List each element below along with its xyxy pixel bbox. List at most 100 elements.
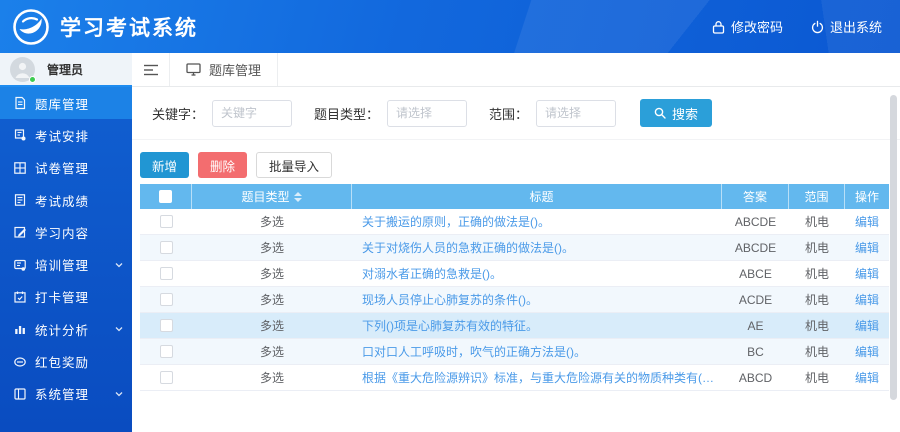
sidebar-item-training-management[interactable]: 培训管理 — [0, 248, 132, 280]
sort-arrows-icon[interactable] — [294, 192, 302, 202]
row-checkbox[interactable] — [160, 371, 173, 384]
table-row: 多选 下列()项是心肺复苏有效的特征。 AE 机电 编辑 — [140, 313, 889, 339]
list-user-icon — [13, 258, 27, 272]
change-password-button[interactable]: 修改密码 — [712, 17, 783, 36]
bar-chart-icon — [13, 322, 27, 336]
sidebar: 管理员 题库管理 考试安排 试卷管理 — [0, 53, 132, 432]
keyword-input[interactable] — [212, 100, 292, 127]
question-title-link[interactable]: 对溺水者正确的急救是()。 — [362, 265, 502, 282]
table-row: 多选 现场人员停止心肺复苏的条件()。 ACDE 机电 编辑 — [140, 287, 889, 313]
header-title-label: 标题 — [529, 188, 553, 205]
header-question-type[interactable]: 题目类型 — [192, 184, 352, 209]
search-button[interactable]: 搜索 — [640, 99, 712, 127]
file-text-icon — [13, 96, 27, 110]
header-operation-label: 操作 — [855, 188, 879, 205]
cell-answer: ABCE — [722, 267, 789, 281]
cell-scope: 机电 — [789, 213, 845, 230]
cell-answer: BC — [722, 345, 789, 359]
keyword-label: 关键字： — [152, 104, 204, 123]
edit-link[interactable]: 编辑 — [855, 265, 879, 282]
question-type-select[interactable] — [387, 100, 467, 127]
edit-link[interactable]: 编辑 — [855, 343, 879, 360]
sidebar-item-learning-content[interactable]: 学习内容 — [0, 216, 132, 248]
row-checkbox[interactable] — [160, 241, 173, 254]
cell-question-type: 多选 — [192, 317, 352, 334]
sidebar-item-label: 系统管理 — [35, 384, 106, 403]
search-button-label: 搜索 — [672, 104, 698, 123]
question-title-link[interactable]: 口对口人工呼吸时，吹气的正确方法是()。 — [362, 343, 586, 360]
collapse-menu-icon — [143, 64, 159, 76]
calendar-check-icon — [13, 290, 27, 304]
edit-link[interactable]: 编辑 — [855, 291, 879, 308]
header-select-all-cell — [140, 184, 192, 209]
scope-select[interactable] — [536, 100, 616, 127]
sidebar-item-label: 打卡管理 — [35, 287, 124, 306]
row-checkbox[interactable] — [160, 345, 173, 358]
tab-label: 题库管理 — [209, 60, 261, 79]
cell-scope: 机电 — [789, 317, 845, 334]
brand: 学习考试系统 — [12, 8, 198, 46]
sidebar-item-red-packet-rewards[interactable]: 红包奖励 — [0, 345, 132, 377]
sidebar-item-statistics[interactable]: 统计分析 — [0, 313, 132, 345]
file-pen-icon — [13, 128, 27, 142]
action-toolbar: 新增 删除 批量导入 — [132, 140, 900, 178]
sidebar-item-exam-scores[interactable]: 考试成绩 — [0, 184, 132, 216]
cell-question-type: 多选 — [192, 265, 352, 282]
edit-link[interactable]: 编辑 — [855, 317, 879, 334]
scope-label: 范围： — [489, 104, 528, 123]
cell-answer: ACDE — [722, 293, 789, 307]
cell-scope: 机电 — [789, 343, 845, 360]
sidebar-item-paper-management[interactable]: 试卷管理 — [0, 152, 132, 184]
batch-import-button[interactable]: 批量导入 — [256, 152, 332, 178]
header-operation: 操作 — [845, 184, 889, 209]
table-row: 多选 根据《重大危险源辨识》标准，与重大危险源有关的物质种类有()。 ABCD … — [140, 365, 889, 391]
question-title-link[interactable]: 现场人员停止心肺复苏的条件()。 — [362, 291, 538, 308]
change-password-label: 修改密码 — [731, 17, 783, 36]
online-status-dot — [29, 76, 36, 83]
sidebar-item-exam-schedule[interactable]: 考试安排 — [0, 119, 132, 151]
header-answer: 答案 — [722, 184, 789, 209]
lock-icon — [712, 20, 725, 34]
tab-question-bank[interactable]: 题库管理 — [170, 53, 278, 86]
cell-scope: 机电 — [789, 291, 845, 308]
edit-link[interactable]: 编辑 — [855, 239, 879, 256]
question-title-link[interactable]: 根据《重大危险源辨识》标准，与重大危险源有关的物质种类有()。 — [362, 369, 717, 386]
sidebar-item-label: 考试成绩 — [35, 191, 124, 210]
vertical-scrollbar[interactable] — [890, 95, 897, 400]
sidebar-collapse-button[interactable] — [132, 53, 170, 86]
delete-button[interactable]: 删除 — [198, 152, 247, 178]
main-content: 题库管理 关键字： 题目类型： 范围： 搜索 新增 删除 批量导入 — [132, 53, 900, 432]
sidebar-item-label: 考试安排 — [35, 126, 124, 145]
cell-question-type: 多选 — [192, 239, 352, 256]
question-title-link[interactable]: 下列()项是心肺复苏有效的特征。 — [362, 317, 538, 334]
app-logo-icon — [12, 8, 50, 46]
monitor-icon — [186, 63, 201, 76]
cell-question-type: 多选 — [192, 343, 352, 360]
header-answer-label: 答案 — [743, 188, 767, 205]
add-button[interactable]: 新增 — [140, 152, 189, 178]
question-title-link[interactable]: 关于对烧伤人员的急救正确的做法是()。 — [362, 239, 574, 256]
sidebar-item-checkin-management[interactable]: 打卡管理 — [0, 281, 132, 313]
filter-bar: 关键字： 题目类型： 范围： 搜索 — [132, 87, 900, 140]
avatar — [10, 57, 35, 82]
header-title: 标题 — [352, 184, 722, 209]
table-row: 多选 关于搬运的原则，正确的做法是()。 ABCDE 机电 编辑 — [140, 209, 889, 235]
row-checkbox[interactable] — [160, 319, 173, 332]
sidebar-menu: 题库管理 考试安排 试卷管理 考试成绩 — [0, 87, 132, 410]
app-window: 学习考试系统 修改密码 退出系统 — [0, 0, 900, 432]
chevron-down-icon — [114, 324, 124, 334]
cell-answer: ABCDE — [722, 215, 789, 229]
sidebar-item-question-bank[interactable]: 题库管理 — [0, 87, 132, 119]
question-title-link[interactable]: 关于搬运的原则，正确的做法是()。 — [362, 213, 550, 230]
logout-button[interactable]: 退出系统 — [811, 17, 882, 36]
edit-link[interactable]: 编辑 — [855, 369, 879, 386]
edit-link[interactable]: 编辑 — [855, 213, 879, 230]
select-all-checkbox[interactable] — [159, 190, 172, 203]
sidebar-item-system-management[interactable]: 系统管理 — [0, 378, 132, 410]
row-checkbox[interactable] — [160, 215, 173, 228]
user-panel: 管理员 — [0, 53, 132, 87]
chevron-down-icon — [114, 260, 124, 270]
row-checkbox[interactable] — [160, 267, 173, 280]
row-checkbox[interactable] — [160, 293, 173, 306]
cell-answer: ABCD — [722, 371, 789, 385]
